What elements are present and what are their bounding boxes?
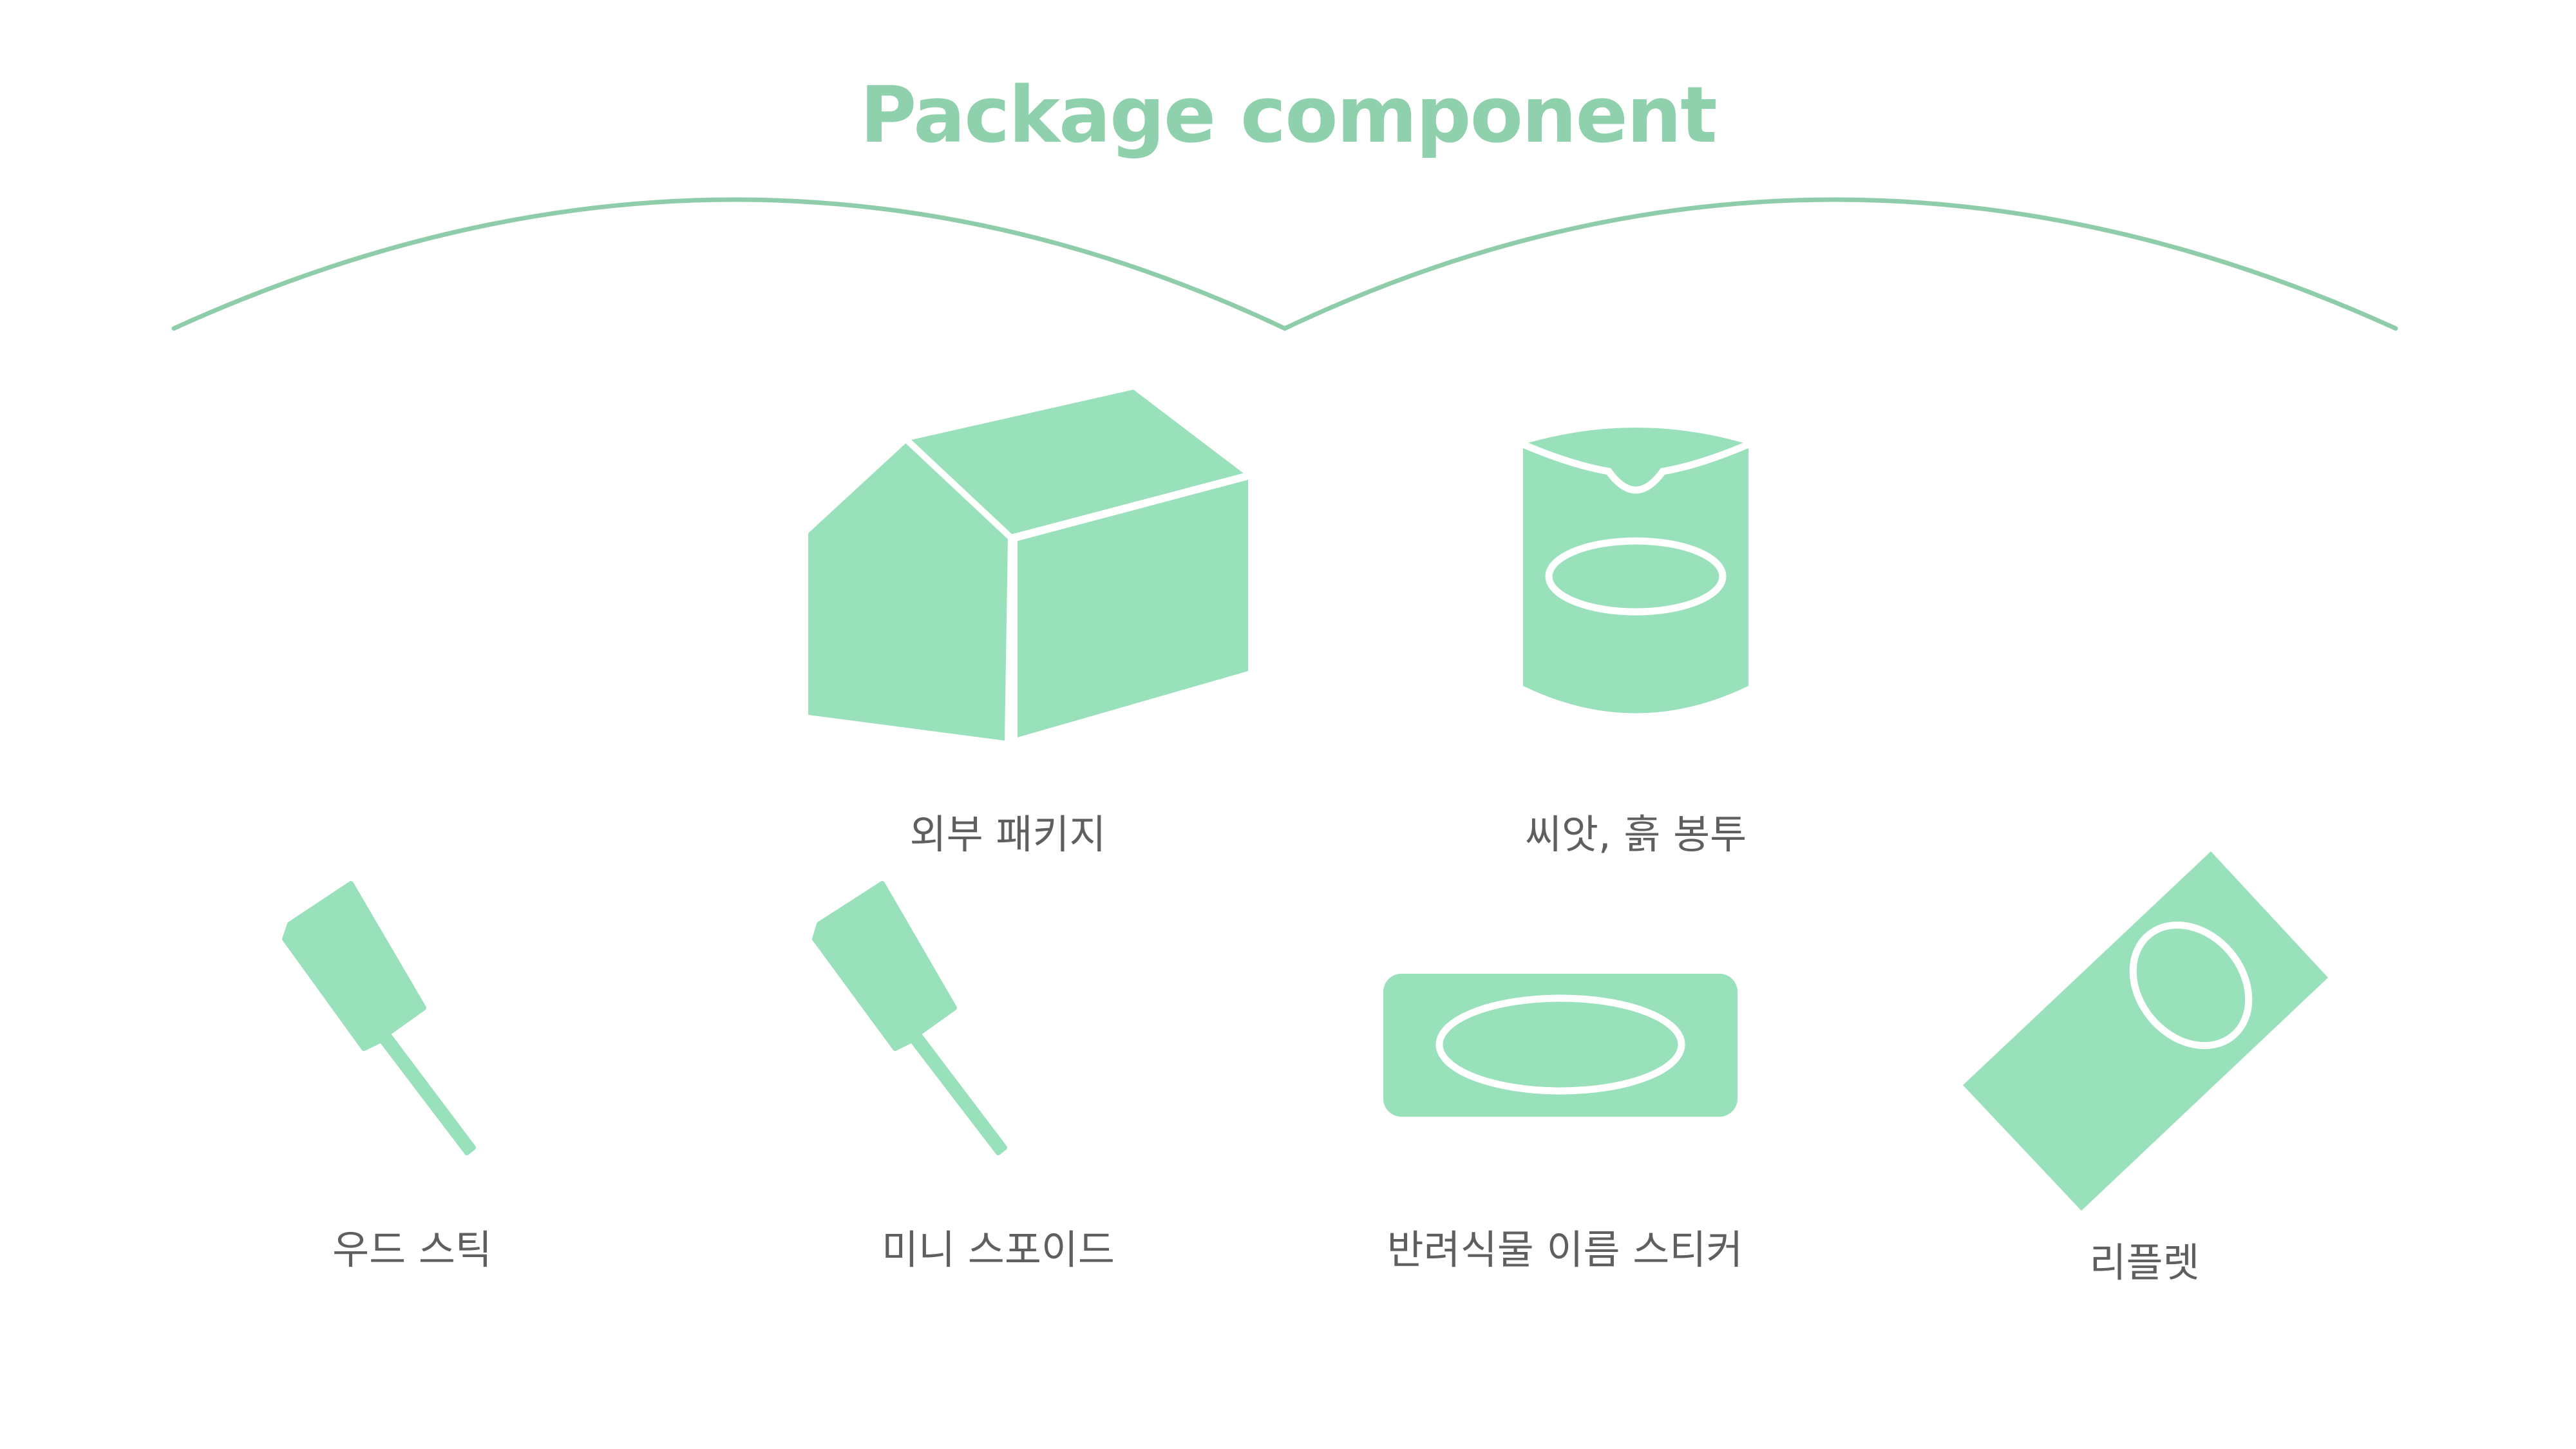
component-label-seed-soil-pouch: 씨앗, 흙 봉투 [1524,811,1747,858]
mini-dropper-icon [812,881,1007,1155]
component-label-mini-dropper: 미니 스포이드 [882,1226,1115,1273]
page-title: Package component [860,71,1717,160]
leaflet-icon [1963,851,2328,1211]
component-label-outer-package: 외부 패키지 [909,811,1106,858]
component-label-wood-stick: 우드 스틱 [332,1226,492,1273]
box-icon [808,390,1249,741]
component-label-name-sticker: 반려식물 이름 스티커 [1387,1226,1743,1273]
decorative-arc [171,197,2398,331]
component-label-leaflet: 리플렛 [2089,1239,2200,1286]
name-sticker-icon [1383,974,1738,1117]
wood-stick-icon [282,881,476,1155]
pouch-icon [1521,428,1750,714]
